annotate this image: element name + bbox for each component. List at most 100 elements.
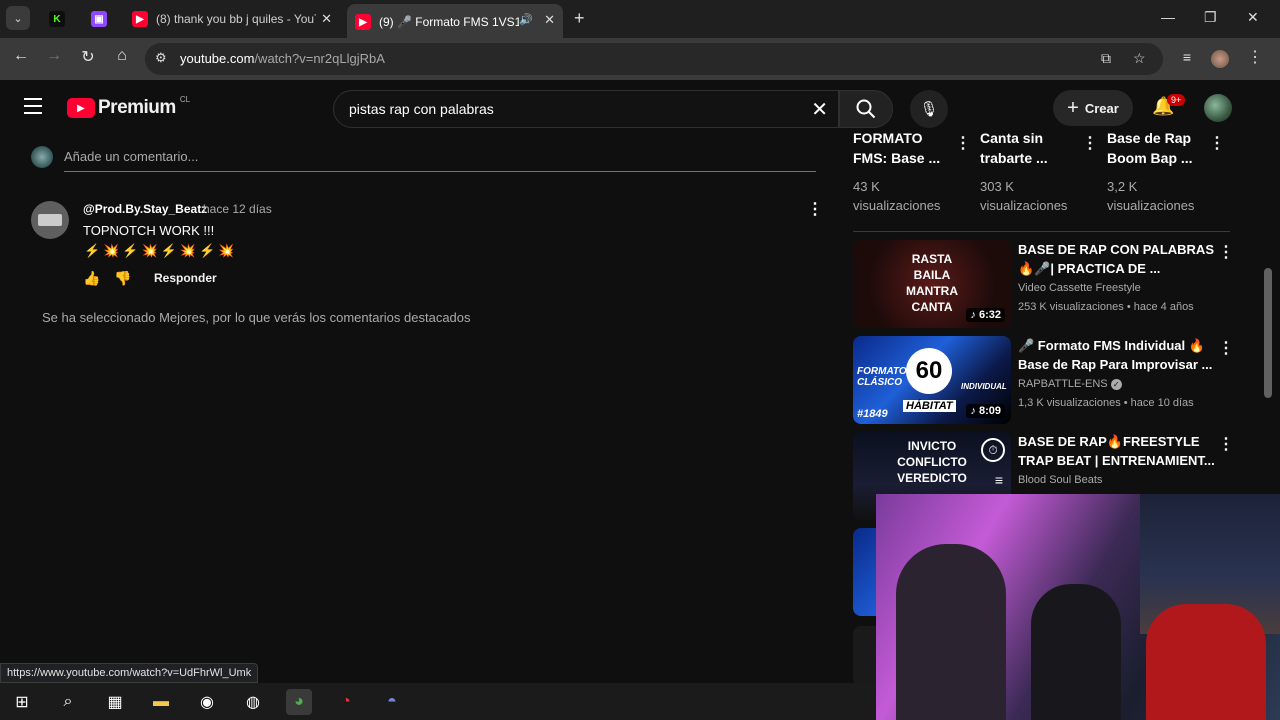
microsoft-store-icon[interactable]: ▦ — [102, 689, 128, 715]
watch-later-clock-icon[interactable]: ⏱ — [981, 438, 1005, 462]
shelf-card[interactable]: FORMATO FMS: Base ... 43 K visualizacione… — [853, 128, 958, 215]
add-to-queue-icon[interactable]: ≡ — [995, 472, 1003, 488]
reply-button[interactable]: Responder — [154, 271, 217, 285]
comment-timestamp[interactable]: hace 12 días — [203, 202, 272, 216]
thumb-60-badge: 60 — [906, 348, 952, 394]
browser-toolbar: ← → ↻ ⌂ ⚙ youtube.com/watch?v=nr2qLlgjRb… — [0, 38, 1280, 80]
site-info-icon[interactable]: ⚙ — [155, 50, 167, 66]
logo-wordmark: Premium — [98, 97, 176, 118]
region-code: CL — [179, 94, 191, 104]
discord-icon[interactable]: ◓ — [379, 689, 405, 715]
comment-more-options-icon[interactable]: ⋮ — [807, 199, 823, 219]
windows-start-icon[interactable]: ⊞ — [9, 689, 35, 715]
youtube-header: ▶ Premium CL pistas rap con palabras ✕ 🎙… — [0, 80, 1280, 136]
obs-icon[interactable]: ◍ — [240, 689, 266, 715]
hamburger-menu-icon[interactable] — [24, 98, 42, 114]
tab-title: (8) thank you bb j quiles - YouT — [156, 12, 316, 26]
reload-icon[interactable]: ↻ — [76, 47, 100, 67]
comment-text: TOPNOTCH WORK !!! — [83, 223, 215, 238]
twitch-icon: ▣ — [91, 11, 107, 27]
video-thumbnail[interactable]: RASTA BAILA MANTRA CANTA ♪ 6:32 — [853, 240, 1011, 328]
more-options-icon[interactable]: ⋮ — [1218, 434, 1234, 454]
more-options-icon[interactable]: ⋮ — [1218, 338, 1234, 358]
browser-tab-strip: ⌄ K ▣ ▶ (8) thank you bb j quiles - YouT… — [0, 0, 1280, 38]
sort-note: Se ha seleccionado Mejores, por lo que v… — [42, 310, 471, 325]
person-silhouette — [1031, 584, 1121, 720]
speaker-icon[interactable]: 🔊 — [519, 13, 533, 26]
youtube-premium-logo[interactable]: ▶ Premium CL — [67, 94, 191, 119]
page-scrollbar[interactable] — [1264, 268, 1272, 398]
shelf-views-count: 43 K — [853, 179, 880, 194]
close-window-icon[interactable]: ✕ — [1247, 9, 1259, 26]
app-icon[interactable]: ◔ — [333, 689, 359, 715]
video-duration: ♪ 6:32 — [966, 308, 1005, 322]
back-arrow-icon[interactable]: ← — [9, 47, 33, 65]
more-options-icon[interactable]: ⋮ — [955, 133, 971, 153]
create-button[interactable]: + Crear — [1053, 90, 1133, 126]
tab-kick[interactable]: K — [40, 6, 74, 32]
comment-author[interactable]: @Prod.By.Stay_Beatz — [83, 202, 207, 216]
search-button[interactable] — [839, 90, 893, 128]
chrome-icon[interactable]: ◕ — [286, 689, 312, 715]
video-thumbnail[interactable]: FORMATO CLÁSICO 60 INDIVIDUAL HÁBITAT #18… — [853, 336, 1011, 424]
channel-name[interactable]: Blood Soul Beats — [1018, 472, 1218, 488]
reading-list-icon[interactable]: ≡ — [1175, 49, 1199, 65]
user-avatar — [31, 146, 53, 168]
bookmark-star-icon[interactable]: ☆ — [1133, 50, 1146, 67]
channel-name[interactable]: Video Cassette Freestyle — [1018, 280, 1218, 296]
search-icon[interactable]: ⌕ — [55, 689, 81, 715]
like-thumb-icon[interactable]: 👍 — [83, 270, 100, 287]
restore-icon[interactable]: ❐ — [1204, 9, 1217, 26]
shelf-views-count: 3,2 K — [1107, 179, 1138, 194]
shelf-views-label: visualizaciones — [980, 198, 1068, 213]
video-stats: 1,3 K visualizaciones • hace 10 días — [1018, 397, 1194, 409]
home-icon[interactable]: ⌂ — [110, 47, 134, 65]
more-options-icon[interactable]: ⋮ — [1209, 133, 1225, 153]
install-app-icon[interactable]: ⧉ — [1101, 50, 1111, 67]
tab-twitch[interactable]: ▣ — [82, 6, 116, 32]
close-tab-icon[interactable]: ✕ — [321, 11, 332, 27]
video-title[interactable]: 🎤 Formato FMS Individual 🔥 Base de Rap P… — [1018, 336, 1218, 374]
shelf-card-title: FORMATO FMS: Base ... — [853, 130, 941, 166]
minimize-icon[interactable]: — — [1161, 9, 1175, 25]
channel-name[interactable]: RAPBATTLE-ENS ✓ — [1018, 376, 1218, 392]
chrome-menu-icon[interactable]: ⋮ — [1243, 47, 1267, 67]
close-tab-icon[interactable]: ✕ — [544, 12, 555, 28]
profile-avatar[interactable] — [1211, 50, 1229, 68]
search-icon — [856, 99, 876, 119]
video-title[interactable]: BASE DE RAP CON PALABRAS 🔥🎤| PRACTICA DE… — [1018, 240, 1218, 278]
voice-search-mic-icon[interactable]: 🎙 — [910, 90, 948, 128]
related-video[interactable]: FORMATO CLÁSICO 60 INDIVIDUAL HÁBITAT #18… — [853, 336, 1243, 424]
url-text: youtube.com/watch?v=nr2qLlgjRbA — [180, 51, 385, 66]
steam-icon[interactable]: ◉ — [194, 689, 220, 715]
notification-count-badge: 9+ — [1167, 94, 1186, 106]
file-explorer-icon[interactable]: ▬ — [148, 689, 174, 715]
search-input[interactable]: pistas rap con palabras ✕ — [333, 90, 839, 128]
related-video[interactable]: RASTA BAILA MANTRA CANTA ♪ 6:32 BASE DE RAP… — [853, 240, 1243, 328]
address-bar[interactable]: ⚙ youtube.com/watch?v=nr2qLlgjRbA ⧉ ☆ — [145, 43, 1163, 75]
more-options-icon[interactable]: ⋮ — [1218, 242, 1234, 262]
shelf-views-label: visualizaciones — [853, 198, 941, 213]
new-tab-plus-icon[interactable]: + — [574, 8, 585, 29]
person-silhouette — [1146, 604, 1266, 720]
screen: ⌄ K ▣ ▶ (8) thank you bb j quiles - YouT… — [0, 0, 1280, 720]
comment-input-underline — [64, 171, 816, 172]
tab-youtube-thank-you[interactable]: ▶ (8) thank you bb j quiles - YouT ✕ — [124, 6, 340, 32]
dislike-thumb-icon[interactable]: 👎 — [114, 270, 131, 287]
add-comment-input[interactable]: Añade un comentario... — [64, 149, 198, 164]
clear-search-icon[interactable]: ✕ — [811, 97, 828, 122]
commenter-avatar[interactable] — [31, 201, 69, 239]
more-options-icon[interactable]: ⋮ — [1082, 133, 1098, 153]
shelf-card[interactable]: Base de Rap Boom Bap ... 3,2 K visualizac… — [1107, 128, 1212, 215]
forward-arrow-icon[interactable]: → — [42, 47, 66, 65]
tab-youtube-formato-fms[interactable]: ▶ (9) 🎤 Formato FMS 1VS1 🔥 🔊 ✕ — [347, 4, 563, 38]
youtube-play-icon: ▶ — [67, 98, 95, 118]
tab-search-chevron-icon[interactable]: ⌄ — [6, 6, 30, 30]
section-divider — [853, 231, 1230, 232]
comment-emoji: ⚡💥⚡💥⚡💥⚡💥 — [84, 243, 238, 258]
video-title[interactable]: BASE DE RAP🔥FREESTYLE TRAP BEAT | ENTREN… — [1018, 432, 1218, 470]
shelf-card-title: Base de Rap Boom Bap ... — [1107, 130, 1193, 166]
link-hover-status: https://www.youtube.com/watch?v=UdFhrWl_… — [0, 663, 259, 683]
account-avatar[interactable] — [1204, 94, 1232, 122]
shelf-card[interactable]: Canta sin trabarte ... 303 K visualizacio… — [980, 128, 1085, 215]
